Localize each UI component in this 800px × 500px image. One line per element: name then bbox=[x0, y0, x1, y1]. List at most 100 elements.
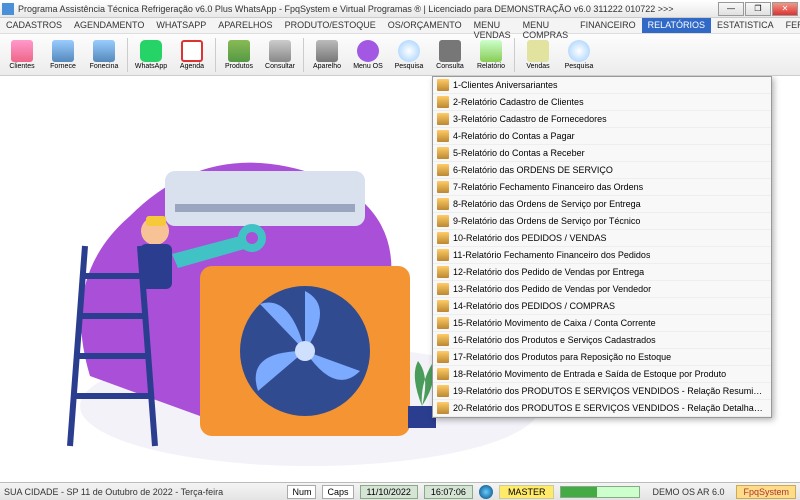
report-icon bbox=[437, 96, 449, 108]
tool-menu os[interactable]: Menu OS bbox=[348, 36, 388, 74]
report-icon bbox=[437, 147, 449, 159]
window-controls: — ❐ ✕ bbox=[718, 2, 798, 16]
dropdown-item-19[interactable]: 19-Relatório dos PRODUTOS E SERVIÇOS VEN… bbox=[433, 383, 771, 400]
tool-fornece[interactable]: Fornece bbox=[43, 36, 83, 74]
toolbar: ClientesForneceFonecinaWhatsAppAgendaPro… bbox=[0, 34, 800, 76]
tool-whatsapp[interactable]: WhatsApp bbox=[131, 36, 171, 74]
app-icon bbox=[2, 3, 14, 15]
dropdown-item-1[interactable]: 1-Clientes Aniversariantes bbox=[433, 77, 771, 94]
tool-agenda[interactable]: Agenda bbox=[172, 36, 212, 74]
dropdown-item-8[interactable]: 8-Relatório das Ordens de Serviço por En… bbox=[433, 196, 771, 213]
report-icon bbox=[437, 334, 449, 346]
close-button[interactable]: ✕ bbox=[772, 2, 798, 16]
menu-aparelhos[interactable]: APARELHOS bbox=[212, 18, 278, 33]
numlock-indicator: Num bbox=[287, 485, 316, 499]
tool-vendas[interactable]: Vendas bbox=[518, 36, 558, 74]
dropdown-item-15[interactable]: 15-Relatório Movimento de Caixa / Conta … bbox=[433, 315, 771, 332]
status-master: MASTER bbox=[499, 485, 555, 499]
menu-cadastros[interactable]: CADASTROS bbox=[0, 18, 68, 33]
title-text: Programa Assistência Técnica Refrigeraçã… bbox=[18, 4, 718, 14]
ico-clientes-icon bbox=[11, 40, 33, 62]
globe-icon bbox=[479, 485, 493, 499]
dropdown-item-16[interactable]: 16-Relatório dos Produtos e Serviços Cad… bbox=[433, 332, 771, 349]
menu-agendamento[interactable]: AGENDAMENTO bbox=[68, 18, 150, 33]
tool-pesquisa[interactable]: Pesquisa bbox=[559, 36, 599, 74]
report-icon bbox=[437, 79, 449, 91]
tool-clientes[interactable]: Clientes bbox=[2, 36, 42, 74]
dropdown-item-3[interactable]: 3-Relatório Cadastro de Fornecedores bbox=[433, 111, 771, 128]
relatorios-dropdown: 1-Clientes Aniversariantes2-Relatório Ca… bbox=[432, 76, 772, 418]
report-icon bbox=[437, 249, 449, 261]
ico-agenda-icon bbox=[181, 40, 203, 62]
dropdown-item-11[interactable]: 11-Relatório Fechamento Financeiro dos P… bbox=[433, 247, 771, 264]
menu-estatistica[interactable]: ESTATISTICA bbox=[711, 18, 780, 33]
dropdown-item-2[interactable]: 2-Relatório Cadastro de Clientes bbox=[433, 94, 771, 111]
dropdown-item-18[interactable]: 18-Relatório Movimento de Entrada e Saíd… bbox=[433, 366, 771, 383]
toolbar-separator bbox=[215, 38, 216, 72]
menu-relatrios[interactable]: RELATÓRIOS bbox=[642, 18, 711, 33]
menu-produtoestoque[interactable]: PRODUTO/ESTOQUE bbox=[279, 18, 382, 33]
tool-fonecina[interactable]: Fonecina bbox=[84, 36, 124, 74]
dropdown-item-5[interactable]: 5-Relatório do Contas a Receber bbox=[433, 145, 771, 162]
status-bar: SUA CIDADE - SP 11 de Outubro de 2022 - … bbox=[0, 482, 800, 500]
ico-whatsapp-icon bbox=[140, 40, 162, 62]
status-progress bbox=[560, 486, 640, 498]
report-icon bbox=[437, 351, 449, 363]
report-icon bbox=[437, 368, 449, 380]
report-icon bbox=[437, 385, 449, 397]
report-icon bbox=[437, 113, 449, 125]
dropdown-item-7[interactable]: 7-Relatório Fechamento Financeiro das Or… bbox=[433, 179, 771, 196]
dropdown-item-14[interactable]: 14-Relatório dos PEDIDOS / COMPRAS bbox=[433, 298, 771, 315]
dropdown-item-12[interactable]: 12-Relatório dos Pedido de Vendas por En… bbox=[433, 264, 771, 281]
report-icon bbox=[437, 232, 449, 244]
minimize-button[interactable]: — bbox=[718, 2, 744, 16]
menu-menuvendas[interactable]: MENU VENDAS bbox=[468, 18, 517, 33]
menu-osoramento[interactable]: OS/ORÇAMENTO bbox=[382, 18, 468, 33]
tool-pesquisa[interactable]: Pesquisa bbox=[389, 36, 429, 74]
report-icon bbox=[437, 266, 449, 278]
menu-whatsapp[interactable]: WHATSAPP bbox=[150, 18, 212, 33]
menu-ferramentas[interactable]: FERRAMENTAS bbox=[780, 18, 800, 33]
dropdown-item-6[interactable]: 6-Relatório das ORDENS DE SERVIÇO bbox=[433, 162, 771, 179]
status-date: 11/10/2022 bbox=[360, 485, 418, 499]
ico-produtos-icon bbox=[228, 40, 250, 62]
ico-fornece-icon bbox=[52, 40, 74, 62]
dropdown-item-20[interactable]: 20-Relatório dos PRODUTOS E SERVIÇOS VEN… bbox=[433, 400, 771, 417]
report-icon bbox=[437, 164, 449, 176]
ico-aparelho-icon bbox=[316, 40, 338, 62]
report-icon bbox=[437, 198, 449, 210]
capslock-indicator: Caps bbox=[322, 485, 353, 499]
menu-financeiro[interactable]: FINANCEIRO bbox=[574, 18, 642, 33]
menu-menucompras[interactable]: MENU COMPRAS bbox=[517, 18, 575, 33]
dropdown-item-4[interactable]: 4-Relatório do Contas a Pagar bbox=[433, 128, 771, 145]
report-icon bbox=[437, 181, 449, 193]
tool-relatório[interactable]: Relatório bbox=[471, 36, 511, 74]
maximize-button[interactable]: ❐ bbox=[745, 2, 771, 16]
dropdown-item-9[interactable]: 9-Relatório das Ordens de Serviço por Té… bbox=[433, 213, 771, 230]
ico-consultar-icon bbox=[269, 40, 291, 62]
dropdown-item-10[interactable]: 10-Relatório dos PEDIDOS / VENDAS bbox=[433, 230, 771, 247]
status-time: 16:07:06 bbox=[424, 485, 473, 499]
ico-pesquisa-icon bbox=[568, 40, 590, 62]
status-location: SUA CIDADE - SP 11 de Outubro de 2022 - … bbox=[4, 487, 281, 497]
dropdown-item-13[interactable]: 13-Relatório dos Pedido de Vendas por Ve… bbox=[433, 281, 771, 298]
report-icon bbox=[437, 317, 449, 329]
title-bar: Programa Assistência Técnica Refrigeraçã… bbox=[0, 0, 800, 18]
ico-consulta-icon bbox=[439, 40, 461, 62]
dropdown-item-17[interactable]: 17-Relatório dos Produtos para Reposição… bbox=[433, 349, 771, 366]
status-brand[interactable]: FpqSystem bbox=[736, 485, 796, 499]
menu-bar: CADASTROSAGENDAMENTOWHATSAPPAPARELHOSPRO… bbox=[0, 18, 800, 34]
tool-produtos[interactable]: Produtos bbox=[219, 36, 259, 74]
ico-vendas-icon bbox=[527, 40, 549, 62]
tool-consulta[interactable]: Consulta bbox=[430, 36, 470, 74]
report-icon bbox=[437, 300, 449, 312]
workspace: 1-Clientes Aniversariantes2-Relatório Ca… bbox=[0, 76, 800, 482]
status-demo: DEMO OS AR 6.0 bbox=[646, 486, 730, 498]
tool-aparelho[interactable]: Aparelho bbox=[307, 36, 347, 74]
ico-menuos-icon bbox=[357, 40, 379, 62]
ico-relatorio-icon bbox=[480, 40, 502, 62]
ico-pesquisa-icon bbox=[398, 40, 420, 62]
report-icon bbox=[437, 215, 449, 227]
report-icon bbox=[437, 130, 449, 142]
tool-consultar[interactable]: Consultar bbox=[260, 36, 300, 74]
